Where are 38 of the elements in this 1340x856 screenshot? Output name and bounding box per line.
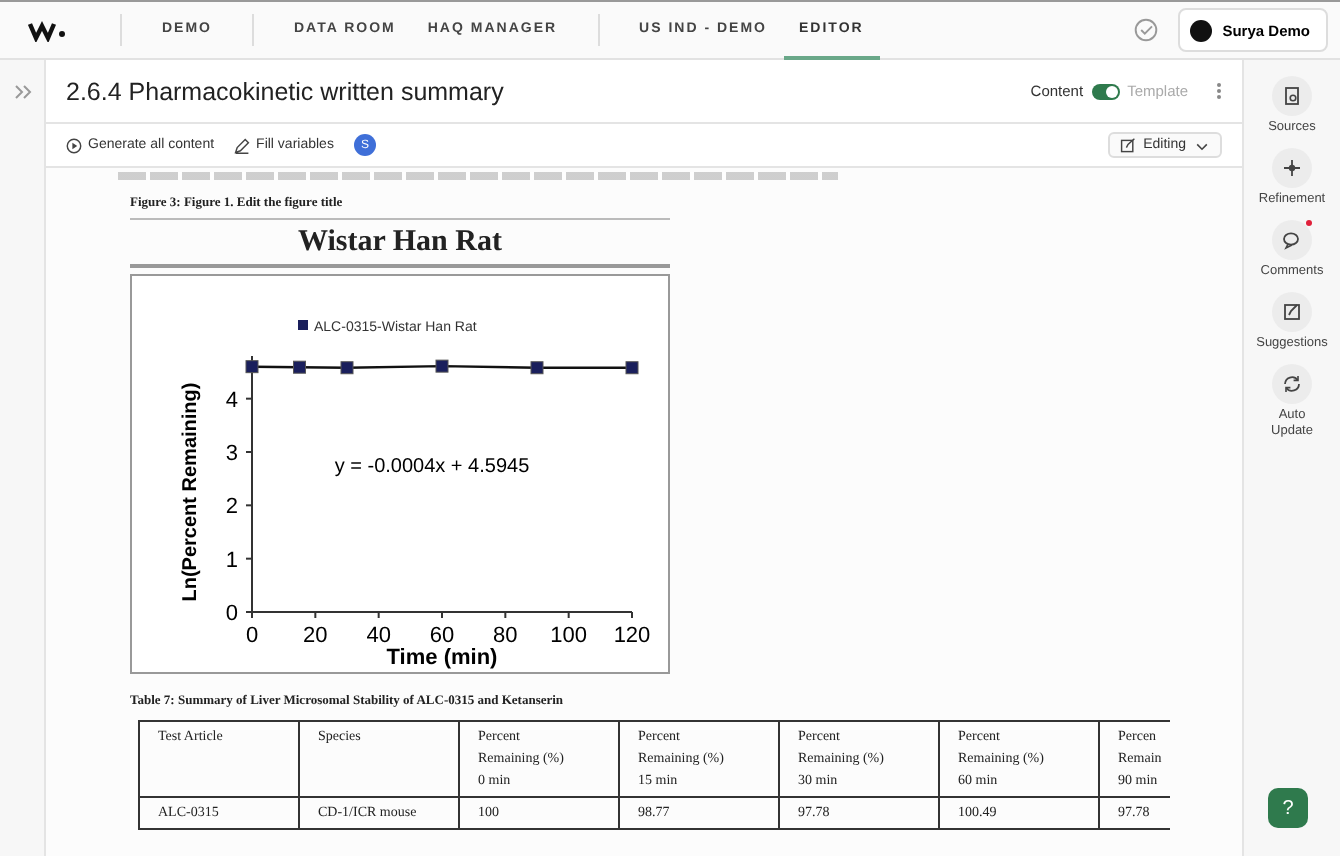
- edit-icon: [1119, 137, 1136, 153]
- pencil-icon: [234, 137, 251, 153]
- y-tick-label: 0: [225, 602, 238, 626]
- comments-icon: [1282, 230, 1302, 250]
- avatar-icon: [1190, 19, 1213, 41]
- y-tick-label: 1: [225, 548, 238, 573]
- x-tick-label: 60: [429, 624, 455, 648]
- y-tick-label: 2: [225, 495, 238, 520]
- more-icon[interactable]: [1216, 82, 1222, 100]
- data-point: [293, 360, 306, 374]
- data-point: [530, 361, 544, 375]
- y-tick-label: 4: [225, 388, 238, 413]
- edit-icon: [1282, 302, 1302, 322]
- document-search-icon: [1282, 86, 1302, 106]
- sparkle-icon: [1282, 158, 1302, 178]
- y-tick-label: 3: [225, 442, 238, 466]
- y-axis-title: Ln(Percent Remaining): [180, 382, 202, 602]
- help-button[interactable]: ?: [1268, 788, 1308, 828]
- play-icon: [66, 137, 82, 153]
- x-tick-label: 120: [613, 624, 651, 648]
- data-point: [245, 360, 259, 374]
- x-tick-label: 20: [303, 624, 328, 648]
- equation-label: y = -0.0004x + 4.5945: [334, 456, 530, 478]
- x-tick-label: 0: [245, 624, 259, 648]
- document-title: 2.6.4 Pharmacokinetic written summary: [66, 77, 506, 105]
- expand-icon[interactable]: [13, 84, 31, 100]
- data-point: [625, 361, 639, 375]
- mode-toggle[interactable]: [1091, 83, 1120, 99]
- logo-icon[interactable]: [28, 18, 68, 42]
- data-point: [340, 361, 354, 375]
- refresh-icon: [1282, 374, 1302, 394]
- x-tick-label: 80: [493, 624, 518, 648]
- x-tick-label: 100: [550, 624, 588, 648]
- figure-heading: Wistar Han Rat: [130, 220, 670, 268]
- data-point: [435, 359, 449, 373]
- x-tick-label: 40: [366, 624, 391, 648]
- check-circle-icon: [1134, 18, 1159, 42]
- x-axis-title: Time (min): [386, 646, 498, 670]
